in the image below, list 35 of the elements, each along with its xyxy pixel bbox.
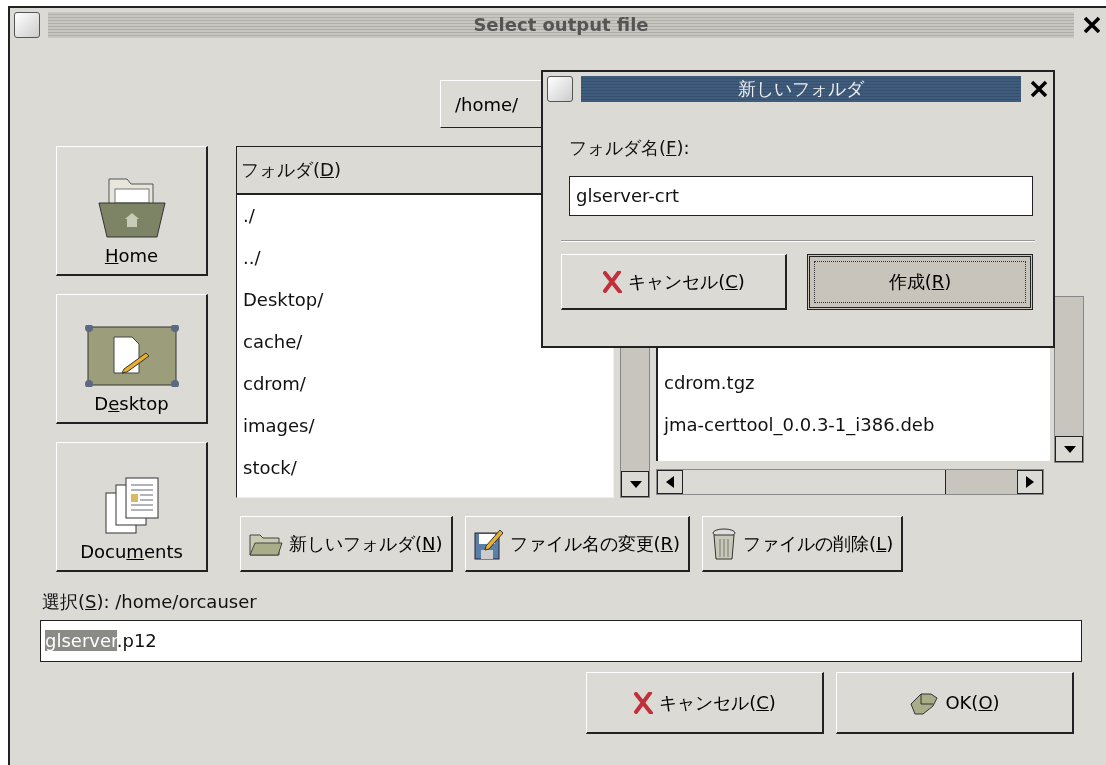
create-button[interactable]: 作成(R) [807, 254, 1033, 310]
floppy-pencil-icon [473, 527, 504, 560]
documents-icon [103, 477, 160, 535]
file-action-button[interactable]: ファイル名の変更(R) [464, 516, 691, 572]
close-icon[interactable] [1082, 15, 1102, 35]
folder-item[interactable]: cdrom/ [237, 363, 613, 405]
file-item[interactable]: jma-certtool_0.0.3-1_i386.deb [658, 404, 1050, 446]
shortcut-button[interactable]: Home [56, 146, 208, 276]
scrollbar[interactable] [1054, 296, 1084, 463]
folder-item[interactable]: stock/ [237, 447, 613, 489]
window-title: Select output file [48, 12, 1074, 38]
cancel-button[interactable]: キャンセル(C) [586, 672, 824, 734]
desktop-icon [83, 325, 180, 387]
shortcut-button[interactable]: Documents [56, 442, 208, 572]
cross-icon [633, 691, 654, 714]
ok-button[interactable]: OK(O) [836, 672, 1074, 734]
filename-field[interactable]: glserver.p12 [40, 620, 1082, 662]
close-icon[interactable] [1029, 79, 1049, 99]
file-action-button[interactable]: ファイルの削除(L) [702, 516, 904, 572]
home-folder-icon [96, 177, 167, 239]
scroll-right-arrow-icon[interactable] [1026, 476, 1034, 488]
file-action-button[interactable]: 新しいフォルダ(N) [240, 516, 453, 572]
file-item[interactable]: cdrom.tgz [658, 362, 1050, 404]
shortcut-button[interactable]: Desktop [56, 294, 208, 424]
folder-item[interactable]: images/ [237, 405, 613, 447]
selection-label: 選択(S): /home/orcauser [42, 590, 258, 614]
trash-icon [711, 526, 738, 561]
dialog-title: 新しいフォルダ [581, 76, 1021, 102]
scroll-left-arrow-icon[interactable] [666, 476, 674, 488]
cancel-button[interactable]: キャンセル(C) [561, 254, 787, 310]
cross-icon [602, 270, 623, 293]
window-menu-icon[interactable] [547, 76, 573, 102]
window-menu-icon[interactable] [14, 12, 40, 38]
folder-name-field[interactable]: glserver-crt [569, 176, 1033, 216]
horizontal-scrollbar[interactable] [656, 469, 1044, 495]
